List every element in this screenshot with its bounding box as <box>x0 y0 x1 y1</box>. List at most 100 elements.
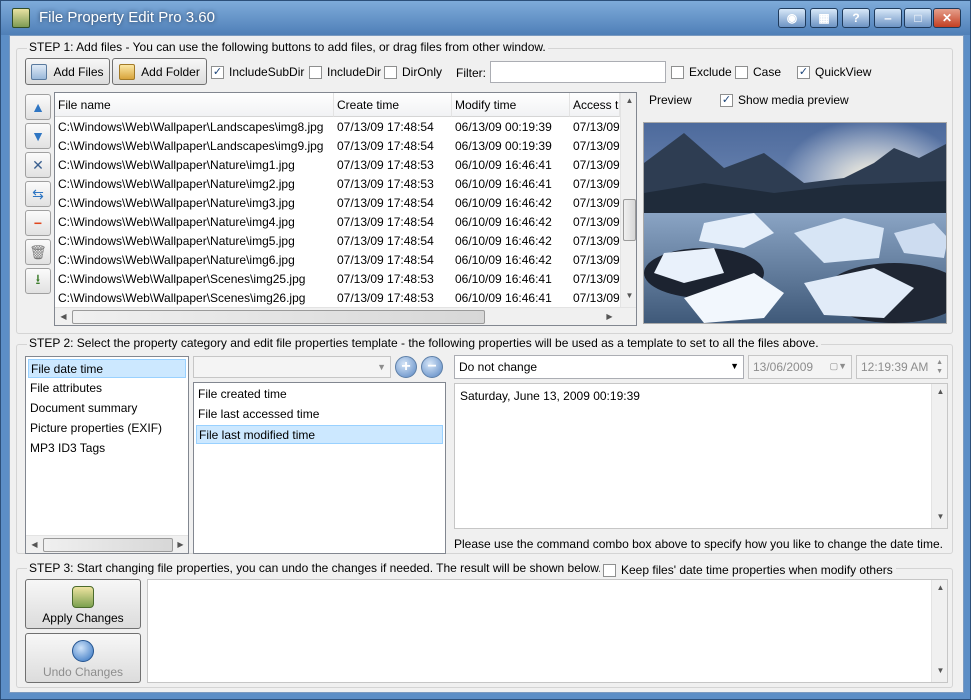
column-access-time[interactable]: Access ti <box>570 93 620 117</box>
column-modify-time[interactable]: Modify time <box>452 93 570 117</box>
exclude-box[interactable] <box>671 65 684 79</box>
help-button[interactable]: ? <box>842 8 870 28</box>
log-scroll-up-icon[interactable]: ▲ <box>932 583 947 592</box>
title-bar[interactable]: File Property Edit Pro 3.60 ◉ ▦ ? ‒ □ ✕ <box>1 1 970 35</box>
file-list-hthumb[interactable] <box>72 310 485 324</box>
time-spin-icon[interactable]: ▲ ▼ <box>936 358 943 376</box>
clear-list-button[interactable]: ✕ <box>25 152 51 178</box>
file-list[interactable]: File name Create time Modify time Access… <box>54 92 637 326</box>
category-item[interactable]: Picture properties (EXIF) <box>28 419 186 438</box>
date-picker[interactable]: 13/06/2009 ▢▼ <box>748 355 852 379</box>
replace-icon: ⇆ <box>32 185 44 202</box>
save-list-button[interactable]: ⭳ <box>25 268 51 294</box>
keep-dates-checkbox[interactable]: Keep files' date time properties when mo… <box>600 563 896 577</box>
maximize-button[interactable]: □ <box>904 8 932 28</box>
quickview-checkbox[interactable]: ✓ QuickView <box>797 65 871 79</box>
filter-input[interactable] <box>490 61 666 83</box>
category-hthumb[interactable] <box>43 538 173 552</box>
include-dir-box[interactable] <box>309 65 322 79</box>
table-row[interactable]: C:\Windows\Web\Wallpaper\Nature\img3.jpg… <box>55 194 620 213</box>
minimize-icon: ‒ <box>884 11 892 25</box>
remove-button[interactable]: − <box>25 210 51 236</box>
file-list-hscroll[interactable]: ◀ ▶ <box>55 307 636 325</box>
case-box[interactable] <box>735 65 748 79</box>
category-item[interactable]: File attributes <box>28 379 186 398</box>
apply-icon <box>72 586 94 608</box>
time-picker[interactable]: 12:19:39 AM ▲ ▼ <box>856 355 948 379</box>
category-item[interactable]: File date time <box>28 359 186 378</box>
command-combo[interactable]: Do not change ▼ <box>454 355 744 379</box>
cell-create-time: 07/13/09 17:48:54 <box>337 196 434 210</box>
template-combo[interactable]: ▼ <box>193 356 391 378</box>
cell-modify-time: 06/10/09 16:46:41 <box>455 272 552 286</box>
value-scroll-down-icon[interactable]: ▼ <box>932 512 947 521</box>
move-down-button[interactable]: ▼ <box>25 123 51 149</box>
property-item[interactable]: File last accessed time <box>196 405 443 424</box>
scroll-up-icon[interactable]: ▲ <box>621 96 636 105</box>
cell-create-time: 07/13/09 17:48:53 <box>337 177 434 191</box>
app-window: File Property Edit Pro 3.60 ◉ ▦ ? ‒ □ ✕ … <box>0 0 971 700</box>
dir-only-checkbox[interactable]: DirOnly <box>384 65 442 79</box>
preview-label: Preview <box>649 93 692 107</box>
replace-button[interactable]: ⇆ <box>25 181 51 207</box>
include-dir-checkbox[interactable]: IncludeDir <box>309 65 381 79</box>
property-item[interactable]: File created time <box>196 385 443 404</box>
add-folder-button[interactable]: Add Folder <box>112 58 207 85</box>
add-template-button[interactable]: + <box>395 356 417 378</box>
palette-button[interactable]: ▦ <box>810 8 838 28</box>
cell-modify-time: 06/10/09 16:46:42 <box>455 234 552 248</box>
file-list-vthumb[interactable] <box>623 199 636 241</box>
include-subdir-checkbox[interactable]: ✓ IncludeSubDir <box>211 65 304 79</box>
exclude-checkbox[interactable]: Exclude <box>671 65 732 79</box>
undo-changes-button[interactable]: Undo Changes <box>25 633 141 683</box>
table-row[interactable]: C:\Windows\Web\Wallpaper\Landscapes\img8… <box>55 118 620 137</box>
column-file-name[interactable]: File name <box>55 93 334 117</box>
remove-template-button[interactable]: − <box>421 356 443 378</box>
category-hscroll[interactable]: ◀ ▶ <box>26 535 188 553</box>
scroll-down-icon[interactable]: ▼ <box>621 291 636 300</box>
minimize-button[interactable]: ‒ <box>874 8 902 28</box>
scroll-right-icon[interactable]: ▶ <box>601 312 618 321</box>
trash-button[interactable]: 🗑 <box>25 239 51 265</box>
table-row[interactable]: C:\Windows\Web\Wallpaper\Nature\img1.jpg… <box>55 156 620 175</box>
case-checkbox[interactable]: Case <box>735 65 781 79</box>
show-media-preview-box[interactable]: ✓ <box>720 93 733 107</box>
dir-only-box[interactable] <box>384 65 397 79</box>
add-files-button[interactable]: Add Files <box>25 58 110 85</box>
result-log[interactable]: ▲ ▼ <box>147 579 948 683</box>
value-scroll-up-icon[interactable]: ▲ <box>932 387 947 396</box>
apply-changes-button[interactable]: Apply Changes <box>25 579 141 629</box>
property-item[interactable]: File last modified time <box>196 425 443 444</box>
globe-button[interactable]: ◉ <box>778 8 806 28</box>
table-row[interactable]: C:\Windows\Web\Wallpaper\Landscapes\img9… <box>55 137 620 156</box>
scroll-left-icon[interactable]: ◀ <box>55 312 72 321</box>
category-item[interactable]: Document summary <box>28 399 186 418</box>
column-create-time[interactable]: Create time <box>334 93 452 117</box>
table-row[interactable]: C:\Windows\Web\Wallpaper\Nature\img6.jpg… <box>55 251 620 270</box>
cell-file-name: C:\Windows\Web\Wallpaper\Nature\img1.jpg <box>58 158 295 172</box>
keep-dates-box[interactable] <box>603 563 616 577</box>
category-scroll-right-icon[interactable]: ▶ <box>172 540 188 549</box>
category-scroll-left-icon[interactable]: ◀ <box>26 540 43 549</box>
cell-access-time: 07/13/09 <box>573 177 620 191</box>
category-list[interactable]: File date time File attributes Document su… <box>25 356 189 554</box>
file-list-vscroll[interactable]: ▲ ▼ <box>620 93 636 307</box>
log-scroll-down-icon[interactable]: ▼ <box>932 666 947 675</box>
category-item[interactable]: MP3 ID3 Tags <box>28 439 186 458</box>
command-combo-arrow-icon: ▼ <box>730 361 739 371</box>
table-row[interactable]: C:\Windows\Web\Wallpaper\Nature\img4.jpg… <box>55 213 620 232</box>
table-row[interactable]: C:\Windows\Web\Wallpaper\Nature\img2.jpg… <box>55 175 620 194</box>
table-row[interactable]: C:\Windows\Web\Wallpaper\Scenes\img26.jp… <box>55 289 620 308</box>
table-row[interactable]: C:\Windows\Web\Wallpaper\Scenes\img25.jp… <box>55 270 620 289</box>
result-log-vscroll[interactable]: ▲ ▼ <box>931 580 947 682</box>
show-media-preview-checkbox[interactable]: ✓ Show media preview <box>720 93 849 107</box>
table-row[interactable]: C:\Windows\Web\Wallpaper\Nature\img5.jpg… <box>55 232 620 251</box>
quickview-box[interactable]: ✓ <box>797 65 810 79</box>
move-up-button[interactable]: ▲ <box>25 94 51 120</box>
cell-create-time: 07/13/09 17:48:53 <box>337 158 434 172</box>
include-subdir-box[interactable]: ✓ <box>211 65 224 79</box>
property-list[interactable]: File created time File last accessed time… <box>193 382 446 554</box>
current-value-vscroll[interactable]: ▲ ▼ <box>931 384 947 528</box>
undo-icon <box>72 640 94 662</box>
close-button[interactable]: ✕ <box>933 8 961 28</box>
